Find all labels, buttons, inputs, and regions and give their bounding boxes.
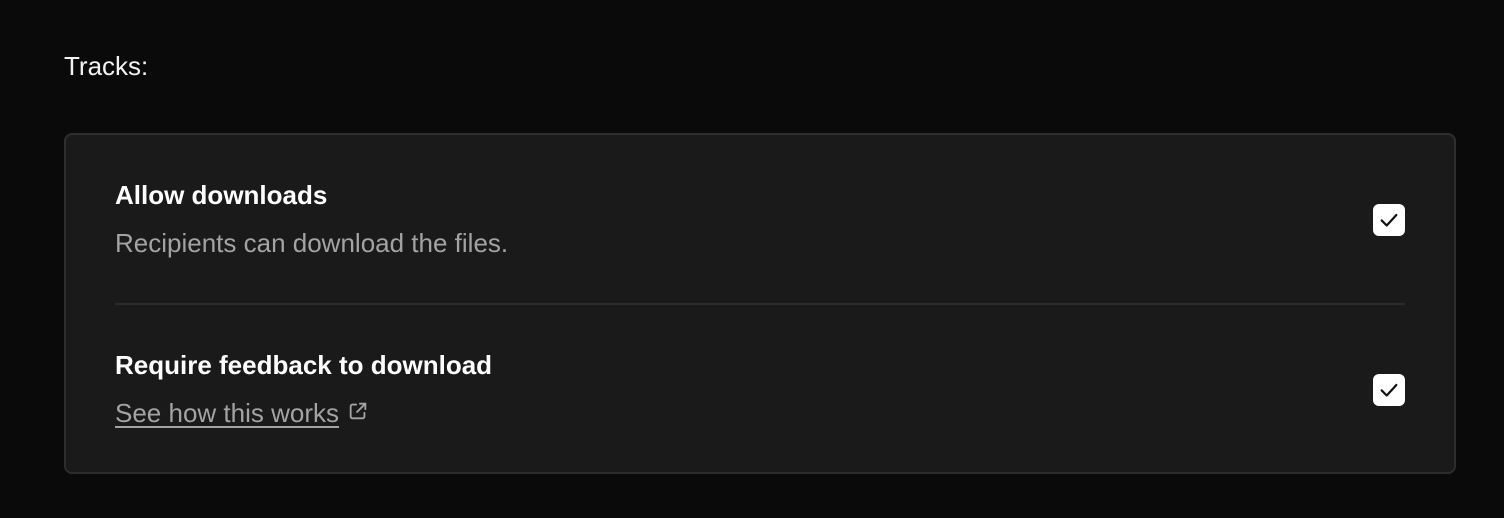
- external-link-icon: [349, 402, 367, 420]
- option-title: Allow downloads: [115, 180, 328, 210]
- allow-downloads-checkbox[interactable]: [1373, 204, 1405, 236]
- checkmark-icon: [1380, 383, 1398, 397]
- option-title: Require feedback to download: [115, 350, 493, 380]
- option-description: Recipients can download the files.: [115, 228, 509, 258]
- option-row-allow-downloads: Allow downloads Recipients can download …: [115, 135, 1405, 305]
- checkmark-icon: [1380, 213, 1398, 227]
- see-how-this-works-link[interactable]: See how this works: [115, 397, 369, 429]
- section-label: Tracks:: [64, 51, 149, 81]
- tracks-settings-page: Tracks: Allow downloads Recipients can d…: [0, 0, 1504, 518]
- options-panel: Allow downloads Recipients can download …: [64, 133, 1456, 474]
- option-row-require-feedback: Require feedback to download See how thi…: [115, 305, 1405, 475]
- link-label: See how this works: [115, 398, 339, 428]
- require-feedback-checkbox[interactable]: [1373, 374, 1405, 406]
